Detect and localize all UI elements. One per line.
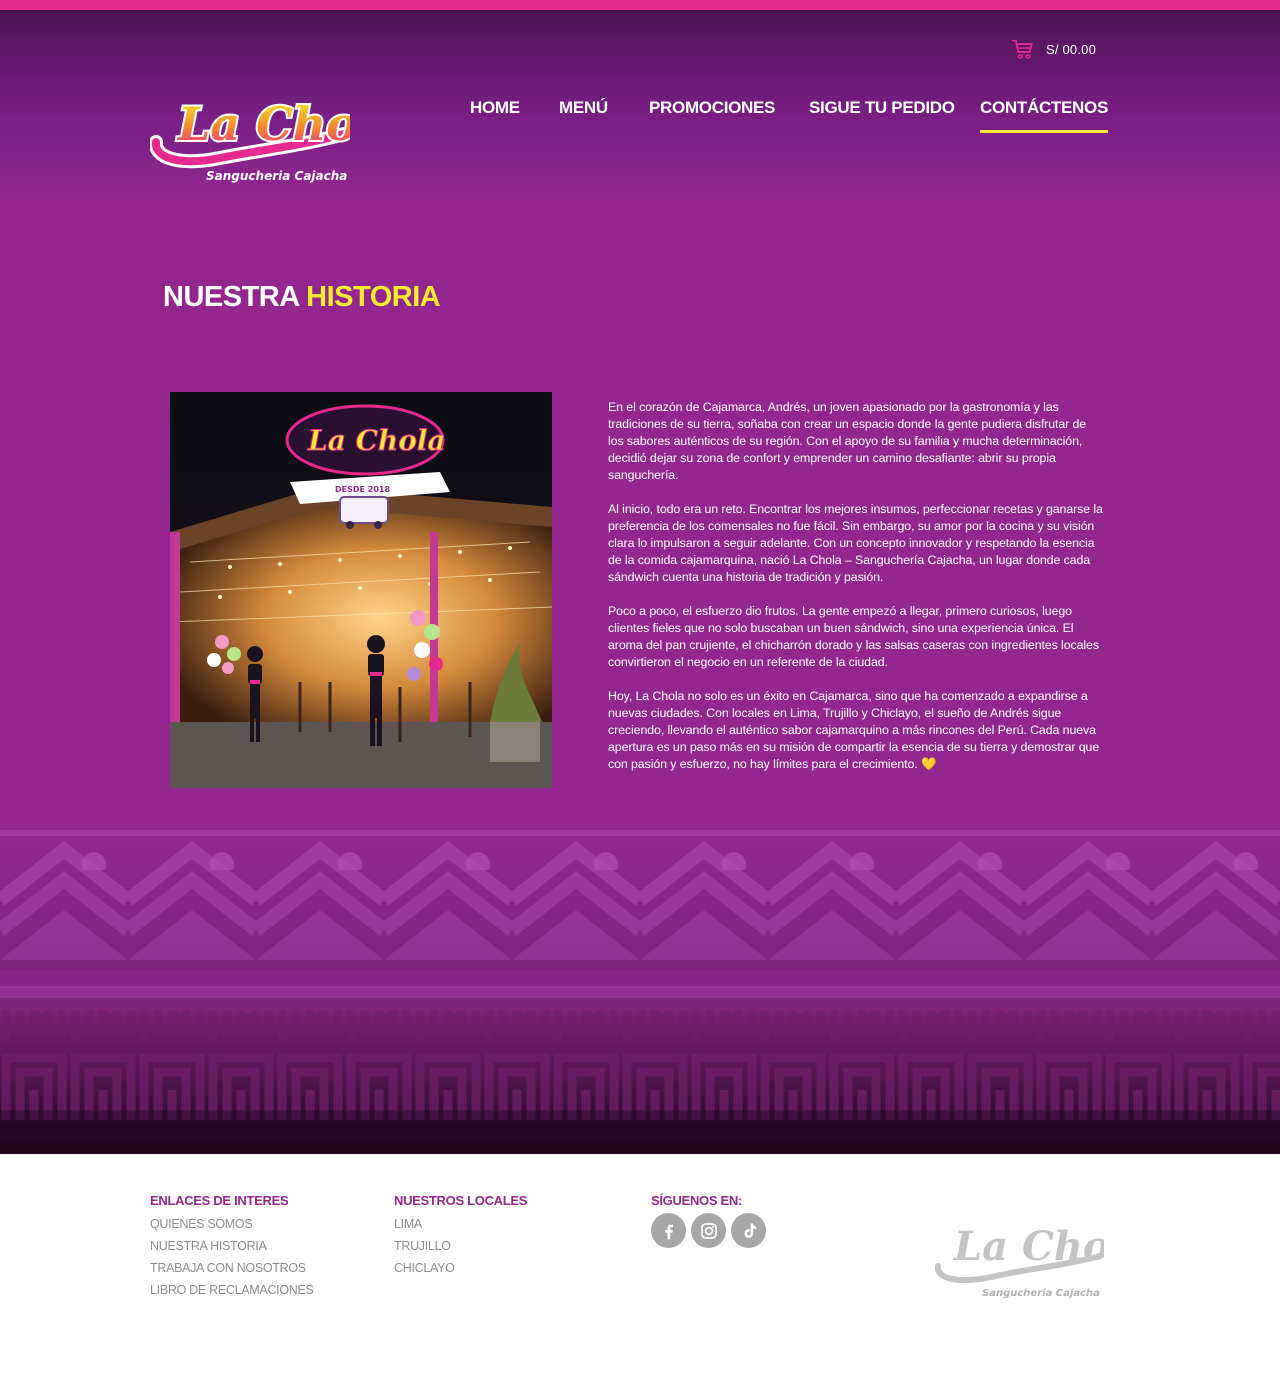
nav-item-sigue-tu-pedido[interactable]: SIGUE TU PEDIDO [809, 98, 955, 118]
footer-link-chiclayo[interactable]: CHICLAYO [394, 1257, 527, 1279]
story-paragraph: Al inicio, todo era un reto. Encontrar l… [608, 502, 1103, 584]
storefront-photo: La Chola DESDE 2018 [170, 392, 552, 788]
shopping-cart-icon [1012, 39, 1033, 59]
photo-sign-text: La Chola [307, 424, 446, 457]
site-footer: ENLACES DE INTERES QUIENES SOMOS NUESTRA… [0, 1154, 1280, 1393]
page-title: NUESTRA HISTORIA [163, 281, 441, 314]
footer-link-trabaja-con-nosotros[interactable]: TRABAJA CON NOSOTROS [150, 1257, 314, 1279]
nav-item-menu[interactable]: MENÚ [559, 98, 608, 118]
cart-total: S/ 00.00 [1046, 41, 1097, 57]
cart-button[interactable]: S/ 00.00 [1012, 38, 1096, 60]
footer-logo[interactable]: La Chola Sangucheria Cajacha [932, 1212, 1104, 1300]
nav-item-contactenos[interactable]: CONTÁCTENOS [980, 98, 1108, 133]
andean-pattern-band [0, 830, 1280, 1154]
footer-logo-tagline: Sangucheria Cajacha [982, 1288, 1100, 1299]
story-paragraph: Poco a poco, el esfuerzo dio frutos. La … [608, 604, 1099, 669]
footer-link-quienes-somos[interactable]: QUIENES SOMOS [150, 1213, 314, 1235]
footer-locales-column: NUESTROS LOCALES LIMA TRUJILLO CHICLAYO [394, 1193, 527, 1279]
nav-item-home[interactable]: HOME [470, 98, 520, 118]
main-navigation: HOME MENÚ PROMOCIONES SIGUE TU PEDIDO CO… [0, 98, 1280, 138]
facebook-icon [664, 1224, 673, 1239]
logo-tagline: Sangucheria Cajacha [206, 169, 347, 183]
photo-sign-subtext: DESDE 2018 [335, 485, 390, 494]
la-chola-footer-logo-graphic: La Chola Sangucheria Cajacha [935, 1223, 1104, 1299]
page-title-part1: NUESTRA [163, 281, 299, 313]
facebook-link[interactable] [651, 1213, 686, 1248]
tiktok-link[interactable] [731, 1213, 766, 1248]
footer-link-trujillo[interactable]: TRUJILLO [394, 1235, 527, 1257]
story-paragraph: En el corazón de Cajamarca, Andrés, un j… [608, 400, 1087, 482]
footer-social-heading: SÍGUENOS EN: [651, 1193, 743, 1208]
footer-logo-wordmark: La Chola [953, 1223, 1104, 1270]
hero-section: S/ 00.00 La Chola Sangucheria Cajacha HO… [0, 10, 1280, 830]
instagram-link[interactable] [691, 1213, 726, 1248]
top-accent-bar [0, 0, 1280, 10]
social-links [651, 1213, 766, 1248]
story-paragraph: Hoy, La Chola no solo es un éxito en Caj… [608, 689, 1100, 771]
page-title-part2: HISTORIA [306, 281, 441, 313]
footer-link-nuestra-historia[interactable]: NUESTRA HISTORIA [150, 1235, 314, 1257]
tiktok-icon [744, 1223, 756, 1238]
footer-links-column: ENLACES DE INTERES QUIENES SOMOS NUESTRA… [150, 1193, 314, 1301]
footer-link-libro-reclamaciones[interactable]: LIBRO DE RECLAMACIONES [150, 1279, 314, 1301]
story-text: En el corazón de Cajamarca, Andrés, un j… [608, 399, 1103, 773]
instagram-icon [700, 1222, 717, 1239]
footer-links-heading: ENLACES DE INTERES [150, 1193, 289, 1208]
nav-item-promociones[interactable]: PROMOCIONES [649, 98, 775, 118]
footer-locales-heading: NUESTROS LOCALES [394, 1193, 528, 1208]
footer-link-lima[interactable]: LIMA [394, 1213, 527, 1235]
footer-social-column: SÍGUENOS EN: [651, 1193, 766, 1248]
